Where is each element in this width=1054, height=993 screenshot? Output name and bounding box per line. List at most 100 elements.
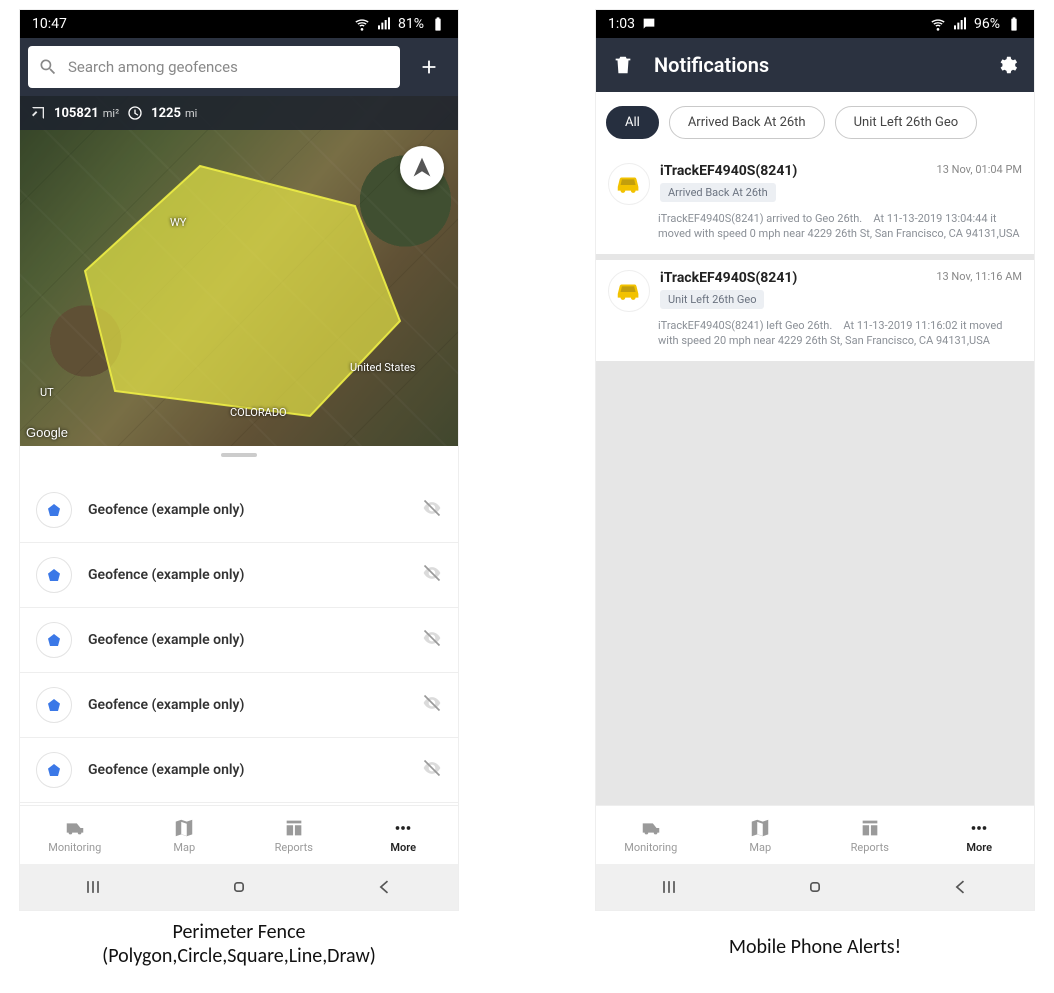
map-attribution: Google [26,425,68,440]
phone-geofences: 10:47 81% Search among geofences 105821 … [20,10,458,910]
map-label-wy: WY [170,216,186,229]
caption-right: Mobile Phone Alerts! [596,935,1034,959]
pentagon-icon [36,687,72,723]
bottom-tab-bar: Monitoring Map Reports More [596,805,1034,864]
distance-icon [127,105,143,121]
geofence-row[interactable]: Geofence (example only) [20,608,458,673]
recents-button[interactable] [659,877,679,897]
notification-list[interactable]: iTrackEF4940S(8241) Arrived Back At 26th 1… [596,153,1034,805]
van-icon [640,817,662,839]
map-label-ut: UT [40,386,54,399]
map-icon [173,817,195,839]
geofence-label: Geofence (example only) [88,762,406,778]
chip-all[interactable]: All [606,106,659,139]
van-icon [64,817,86,839]
status-battery: 96% [974,16,1000,32]
message-icon [641,16,657,32]
tab-monitoring[interactable]: Monitoring [20,806,130,864]
geofence-row[interactable]: Geofence (example only) [20,673,458,738]
more-icon [392,817,414,839]
notification-description: iTrackEF4940S(8241) left Geo 26th. At 11… [658,318,1022,349]
visibility-toggle[interactable] [422,563,442,587]
geofence-label: Geofence (example only) [88,567,406,583]
area-unit: mi² [103,107,119,120]
event-badge: Unit Left 26th Geo [660,290,764,309]
chip-arrived[interactable]: Arrived Back At 26th [669,106,825,139]
tab-map[interactable]: Map [706,806,816,864]
timestamp: 13 Nov, 11:16 AM [936,270,1022,283]
distance-unit: mi [185,107,197,120]
geofence-label: Geofence (example only) [88,502,406,518]
caption-left: Perimeter Fence (Polygon,Circle,Square,L… [20,920,458,968]
bottom-tab-bar: Monitoring Map Reports More [20,805,458,864]
tab-map[interactable]: Map [130,806,240,864]
compass-button[interactable] [400,146,444,190]
compass-icon [411,157,433,179]
map-stats: 105821 mi² 1225 mi [20,96,458,130]
pentagon-icon [36,752,72,788]
distance-value: 1225 [151,106,181,121]
gear-icon[interactable] [996,54,1018,76]
visibility-toggle[interactable] [422,693,442,717]
geofence-label: Geofence (example only) [88,632,406,648]
back-button[interactable] [951,877,971,897]
chip-left[interactable]: Unit Left 26th Geo [835,106,978,139]
unit-name: iTrackEF4940S(8241) [660,163,927,179]
area-icon [30,105,46,121]
back-button[interactable] [375,877,395,897]
status-bar: 1:03 96% [596,10,1034,38]
home-button[interactable] [229,877,249,897]
geofence-row[interactable]: Geofence (example only) [20,738,458,803]
pentagon-icon [36,622,72,658]
geofence-row[interactable]: Geofence (example only) [20,478,458,543]
search-input[interactable]: Search among geofences [28,46,400,88]
tab-reports[interactable]: Reports [239,806,349,864]
delete-icon[interactable] [612,54,634,76]
reports-icon [283,817,305,839]
pentagon-icon [36,557,72,593]
wifi-icon [930,16,946,32]
map-icon [749,817,771,839]
phone-notifications: 1:03 96% Notifications All Arrived Back … [596,10,1034,910]
wifi-icon [354,16,370,32]
notification-description: iTrackEF4940S(8241) arrived to Geo 26th.… [658,211,1022,242]
notification-card[interactable]: iTrackEF4940S(8241)Arrived Back At 26th1… [596,153,1034,254]
battery-icon [1006,16,1022,32]
tab-more[interactable]: More [349,806,459,864]
geofence-label: Geofence (example only) [88,697,406,713]
notifications-header: Notifications [596,38,1034,92]
pentagon-icon [36,492,72,528]
android-nav-bar [20,864,458,910]
home-button[interactable] [805,877,825,897]
map-view[interactable]: 105821 mi² 1225 mi WY United States COLO… [20,96,458,446]
signal-icon [376,16,392,32]
search-icon [38,57,58,77]
vehicle-icon [608,163,650,205]
drag-handle[interactable] [20,446,458,464]
status-battery: 81% [398,16,424,32]
more-icon [968,817,990,839]
visibility-toggle[interactable] [422,758,442,782]
event-badge: Arrived Back At 26th [660,183,776,202]
plus-icon [418,56,440,78]
recents-button[interactable] [83,877,103,897]
tab-more[interactable]: More [925,806,1035,864]
geofence-row[interactable]: Geofence (example only) [20,543,458,608]
visibility-toggle[interactable] [422,498,442,522]
geofence-polygon[interactable] [80,161,410,421]
search-placeholder: Search among geofences [68,58,238,76]
unit-name: iTrackEF4940S(8241) [660,270,926,286]
status-time: 1:03 [608,16,635,32]
tab-reports[interactable]: Reports [815,806,925,864]
status-time: 10:47 [32,16,67,32]
notification-card[interactable]: iTrackEF4940S(8241) Unit Left 26th Geo 13 … [596,260,1034,361]
map-label-us: United States [350,361,415,374]
visibility-toggle[interactable] [422,628,442,652]
tab-monitoring[interactable]: Monitoring [596,806,706,864]
status-bar: 10:47 81% [20,10,458,38]
add-geofence-button[interactable] [408,46,450,88]
map-label-co: COLORADO [230,406,287,419]
geofence-list[interactable]: Geofence (example only) Geofence (example… [20,464,458,805]
vehicle-icon [608,270,650,312]
page-title: Notifications [654,53,976,77]
